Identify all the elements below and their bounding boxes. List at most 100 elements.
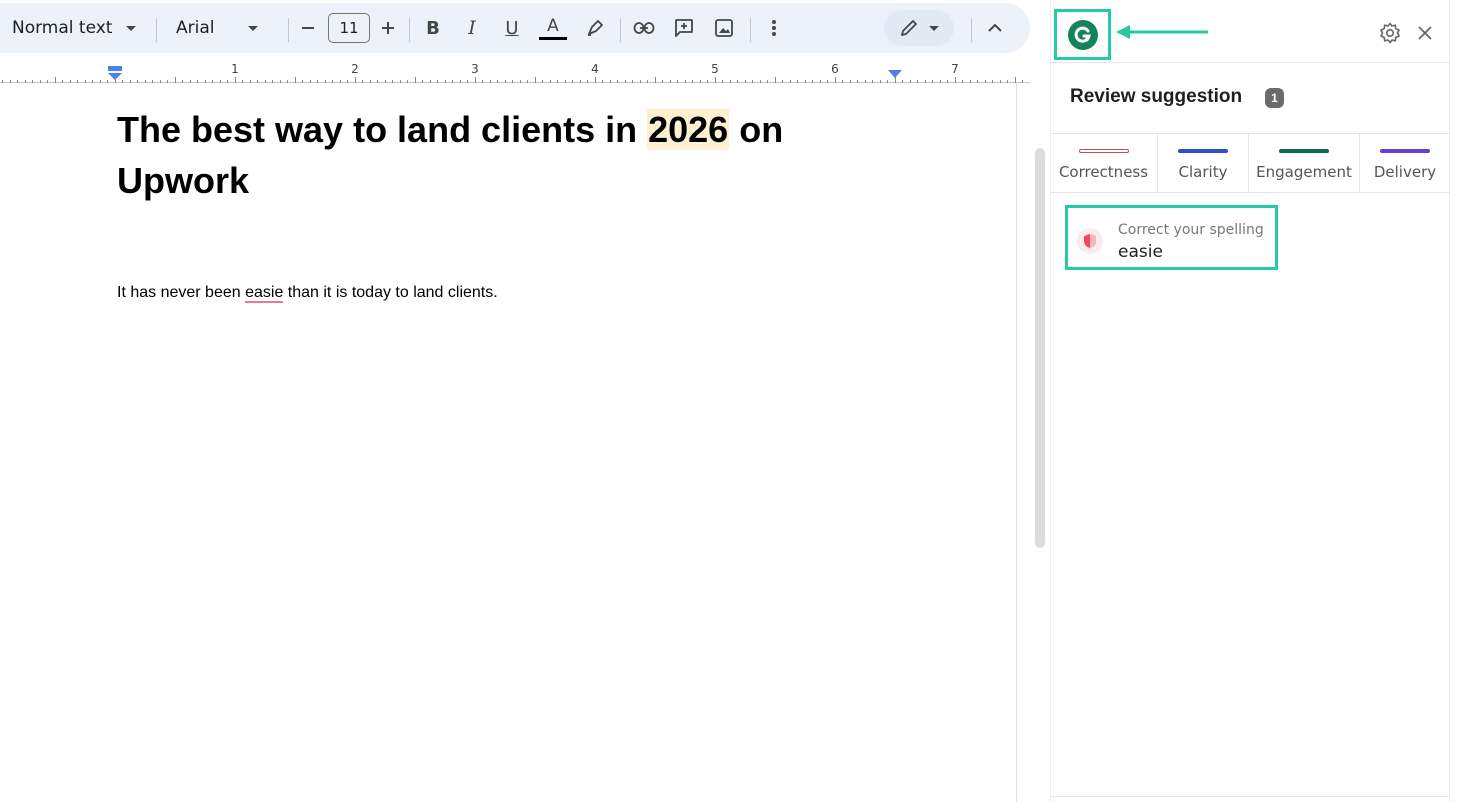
tab-delivery[interactable]: Delivery [1360, 134, 1450, 192]
document-scrollbar[interactable] [1035, 148, 1045, 548]
underline-button[interactable]: U [500, 3, 524, 53]
ruler-tick [347, 80, 348, 83]
bold-button[interactable]: B [421, 3, 445, 53]
ruler-tick [887, 80, 888, 83]
insert-link-button[interactable] [630, 3, 658, 53]
chevron-down-icon [248, 25, 259, 31]
ruler-tick [25, 80, 26, 83]
document-paragraph[interactable]: It has never been easie than it is today… [117, 284, 498, 303]
tab-indicator [1078, 149, 1129, 153]
ruler-tick [790, 80, 791, 83]
ruler-number: 4 [591, 62, 599, 76]
text-color-swatch [539, 36, 567, 40]
grammarly-g-icon [1067, 19, 1098, 50]
gear-icon[interactable] [1378, 21, 1402, 45]
link-icon [633, 22, 655, 34]
ruler-number: 1 [231, 62, 239, 76]
italic-icon: I [468, 17, 476, 39]
hide-menus-button[interactable] [983, 3, 1007, 53]
ruler-tick [722, 80, 723, 83]
ruler-tick [842, 80, 843, 83]
ruler-tick [122, 80, 123, 83]
underline-icon: U [505, 17, 519, 39]
ruler-number: 6 [831, 62, 839, 76]
ruler-tick [2, 80, 3, 83]
ruler-tick [100, 80, 101, 83]
ruler-tick [235, 77, 236, 83]
ruler-tick [640, 80, 641, 83]
grammarly-logo-button[interactable] [1054, 9, 1111, 60]
ruler-tick [242, 80, 243, 83]
close-icon[interactable] [1415, 23, 1435, 43]
font-size-input[interactable]: 11 [328, 13, 370, 43]
ruler-tick [970, 80, 971, 83]
ruler-tick [587, 80, 588, 83]
toolbar-divider [620, 18, 621, 42]
ruler-tick [272, 80, 273, 83]
ruler-tick [550, 80, 551, 83]
ruler-tick [295, 77, 296, 83]
ruler-tick [437, 80, 438, 83]
add-comment-icon [675, 19, 693, 37]
ruler-tick [40, 80, 41, 83]
misspelled-word[interactable]: easie [245, 284, 284, 303]
tab-indicator [1178, 149, 1228, 153]
correctness-shield-icon [1077, 228, 1103, 254]
ruler-tick [452, 80, 453, 83]
highlight-color-button[interactable] [582, 3, 608, 53]
ruler-tick [130, 80, 131, 83]
ruler-tick [370, 80, 371, 83]
ruler-tick [932, 80, 933, 83]
ruler-tick [445, 80, 446, 83]
font-dropdown[interactable]: Arial [176, 3, 272, 53]
ruler-tick [32, 80, 33, 83]
ruler-tick [767, 80, 768, 83]
insert-image-button[interactable] [711, 3, 737, 53]
decrease-font-size-button[interactable] [296, 3, 320, 53]
toolbar-divider [750, 18, 751, 42]
ruler-tick [880, 80, 881, 83]
arrow-left-icon [1116, 25, 1208, 39]
tab-label: Engagement [1256, 163, 1352, 181]
ruler-tick [355, 77, 356, 83]
increase-font-size-button[interactable] [376, 3, 400, 53]
suggestion-count-badge: 1 [1265, 88, 1284, 108]
highlighted-year: 2026 [647, 109, 730, 150]
ruler-tick [512, 80, 513, 83]
tab-clarity[interactable]: Clarity [1158, 134, 1248, 192]
ruler-tick [707, 80, 708, 83]
ruler-number: 5 [711, 62, 719, 76]
ruler-tick [812, 80, 813, 83]
ruler-tick [625, 80, 626, 83]
ruler-baseline [0, 82, 1030, 83]
ruler-tick [685, 80, 686, 83]
ruler-tick [992, 80, 993, 83]
suggestion-card[interactable]: Correct your spelling easie [1065, 205, 1278, 270]
ruler-tick [182, 80, 183, 83]
insert-comment-button[interactable] [671, 3, 697, 53]
toolbar-divider [288, 18, 289, 42]
editing-mode-button[interactable] [884, 10, 954, 46]
ruler-tick [175, 77, 176, 83]
text-color-icon: A [547, 15, 559, 36]
ruler-tick [760, 80, 761, 83]
document-title[interactable]: The best way to land clients in 2026 on … [117, 104, 877, 206]
ruler-tick [857, 80, 858, 83]
italic-button[interactable]: I [460, 3, 484, 53]
chevron-down-icon [126, 25, 137, 31]
ruler-tick [542, 80, 543, 83]
tab-label: Delivery [1373, 163, 1437, 181]
ruler-tick [265, 80, 266, 83]
ruler-tick [797, 80, 798, 83]
paragraph-style-dropdown[interactable]: Normal text [12, 3, 142, 53]
ruler-tick [415, 77, 416, 83]
grammarly-panel [1050, 0, 1450, 802]
tab-engagement[interactable]: Engagement [1249, 134, 1359, 192]
more-options-button[interactable] [762, 3, 786, 53]
panel-bottom-divider [1050, 796, 1450, 797]
ruler-tick [62, 80, 63, 83]
text-color-button[interactable]: A [538, 3, 568, 53]
tab-correctness[interactable]: Correctness [1050, 134, 1157, 192]
ruler-tick [92, 80, 93, 83]
ruler-tick [565, 80, 566, 83]
